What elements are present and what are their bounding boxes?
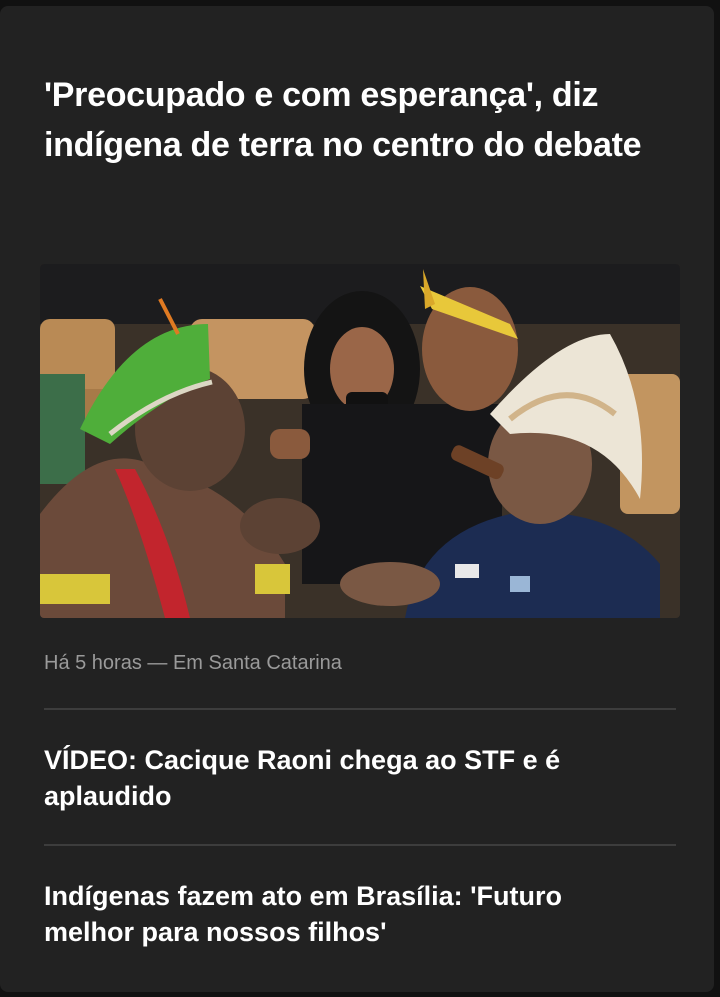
news-photo[interactable] xyxy=(40,264,680,618)
main-headline[interactable]: 'Preocupado e com esperança', diz indíge… xyxy=(44,70,664,170)
related-story-link[interactable]: Indígenas fazem ato em Brasília: 'Futuro… xyxy=(44,878,644,950)
divider xyxy=(44,708,676,710)
related-story-link[interactable]: VÍDEO: Cacique Raoni chega ao STF e é ap… xyxy=(44,742,644,814)
news-card: 'Preocupado e com esperança', diz indíge… xyxy=(0,6,714,992)
story-meta: Há 5 horas — Em Santa Catarina xyxy=(44,652,342,674)
divider xyxy=(44,844,676,846)
photo-illustration xyxy=(40,264,680,618)
